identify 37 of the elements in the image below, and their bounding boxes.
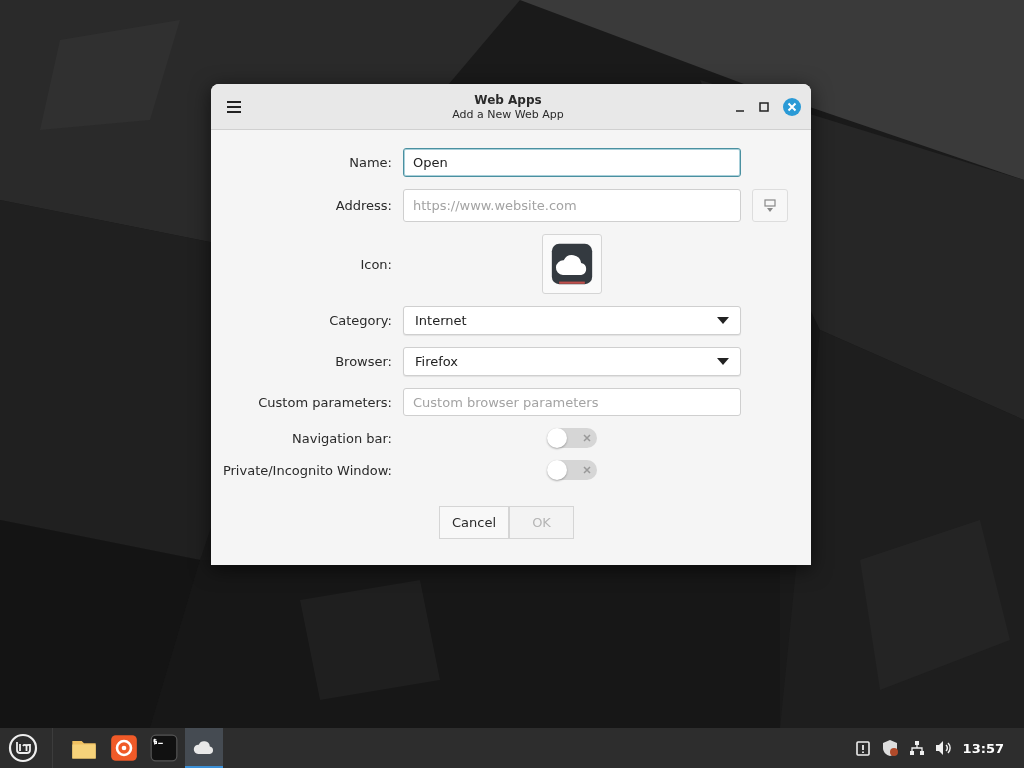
dropdown-arrow-icon (717, 317, 729, 324)
icon-picker-button[interactable] (542, 234, 602, 294)
address-field[interactable]: https://www.website.com (403, 189, 741, 222)
custom-parameters-field[interactable]: Custom browser parameters (403, 388, 741, 416)
taskbar-app-button[interactable] (185, 728, 223, 768)
clock[interactable]: 13:57 (962, 740, 1004, 756)
cloud-app-icon (550, 242, 594, 286)
field-label: Name: (348, 155, 392, 170)
window-title: Web Apps (474, 92, 542, 107)
toggle-switch[interactable] (547, 428, 597, 448)
category-dropdown[interactable]: Internet (403, 306, 741, 335)
menu-icon[interactable] (227, 100, 241, 113)
field-label: Category: (328, 313, 392, 328)
terminal-icon (150, 734, 178, 762)
clipboard-icon[interactable] (854, 740, 871, 756)
field-label: Browser: (334, 354, 392, 369)
field-label: Address: (334, 198, 392, 213)
dialog-button[interactable]: Cancel (438, 506, 509, 539)
browser-icon (110, 734, 138, 762)
field-label: Custom parameters: (257, 394, 392, 410)
volume-icon[interactable] (934, 740, 953, 756)
toggle-switch[interactable] (547, 460, 597, 480)
network-icon[interactable] (908, 740, 925, 756)
close-icon[interactable] (783, 97, 801, 116)
name-field[interactable]: Open (403, 148, 741, 177)
off-icon (583, 434, 591, 442)
field-label: Navigation bar: (291, 430, 392, 446)
off-icon (583, 466, 591, 474)
window-subtitle: Add a New Web App (452, 107, 564, 121)
mint-logo-icon (8, 733, 38, 763)
shield-icon[interactable] (880, 739, 899, 757)
browser-dropdown[interactable]: Firefox (403, 347, 741, 376)
download-icon (764, 198, 776, 213)
field-label: Icon: (359, 256, 392, 272)
field-label: Private/Incognito Window: (221, 462, 392, 478)
dropdown-arrow-icon (717, 358, 729, 365)
maximize-icon[interactable] (759, 101, 769, 112)
